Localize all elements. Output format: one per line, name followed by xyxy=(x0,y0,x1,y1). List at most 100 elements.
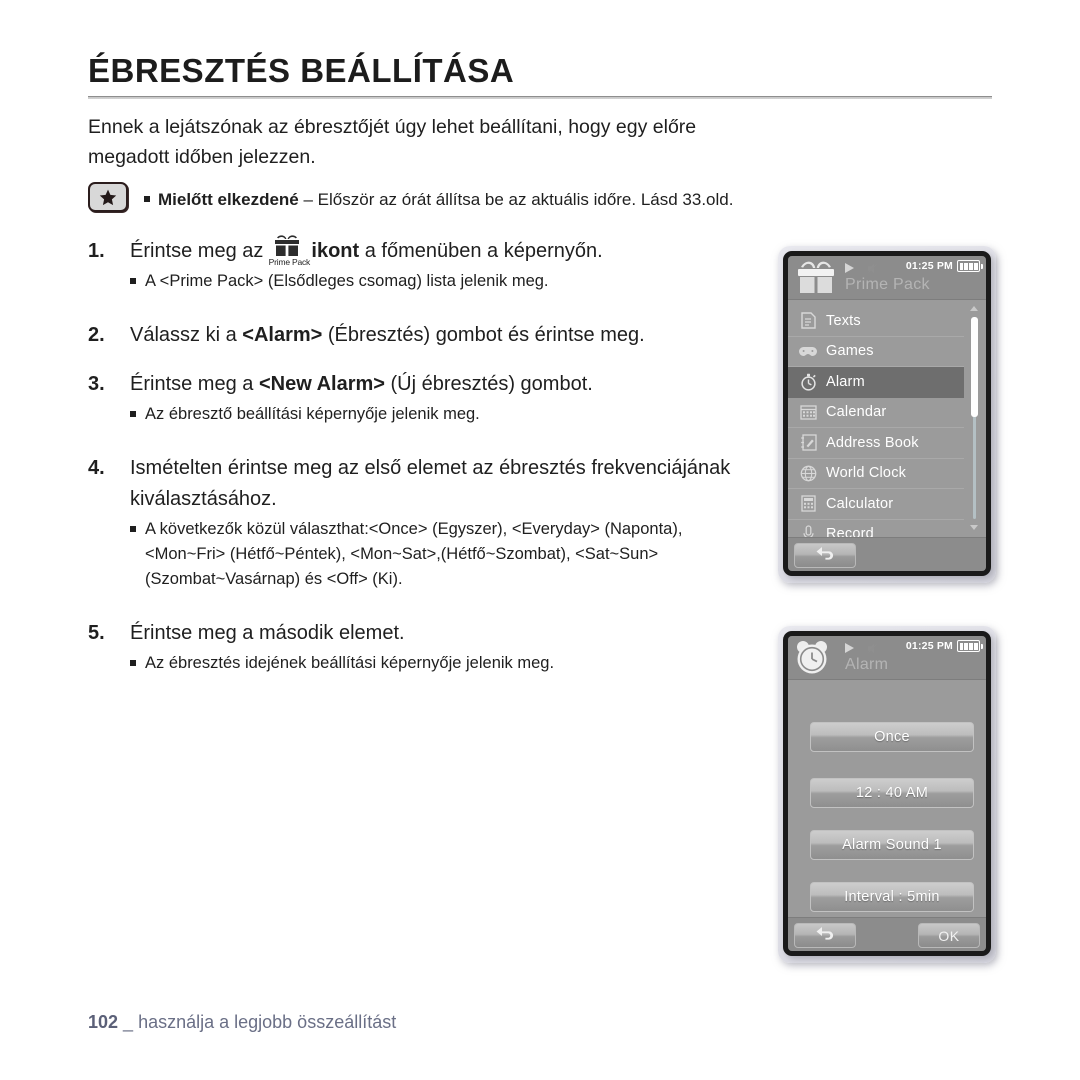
sidebar-item-label: Calculator xyxy=(826,495,894,512)
alarm-frequency-button[interactable]: Once xyxy=(810,722,974,752)
gift-box-icon xyxy=(794,258,838,303)
before-you-begin-note: Mielőtt elkezdené – Először az órát állí… xyxy=(88,182,733,213)
page-footer: 102 _ használja a legjobb összeállítást xyxy=(88,1012,396,1033)
star-badge-icon xyxy=(88,182,128,212)
step-4-body: Ismételten érintse meg az első elemet az… xyxy=(130,457,731,510)
page-title: ÉBRESZTÉS BEÁLLÍTÁSA xyxy=(88,52,515,89)
back-arrow-icon xyxy=(815,926,836,945)
list-scrollbar[interactable] xyxy=(967,304,982,532)
step-3-number: 3. xyxy=(88,373,105,395)
step-1-number: 1. xyxy=(88,240,105,262)
back-button[interactable] xyxy=(794,543,856,568)
back-button[interactable] xyxy=(794,923,856,948)
chevron-up-icon[interactable] xyxy=(970,306,978,311)
device-1-menu-list: Texts Games Alarm Calendar Address Book … xyxy=(788,300,986,550)
bullet-square xyxy=(130,411,136,417)
step-4-bullets: A következők közül választhat:<Once> (Eg… xyxy=(88,517,758,592)
bullet-square xyxy=(130,278,136,284)
step-1: 1. Érintse meg az Prime Pack ikont a főmen… xyxy=(88,235,758,267)
footer-separator: _ xyxy=(118,1012,139,1032)
step-3-text-bold: <New Alarm> xyxy=(258,373,385,395)
step-3-text-before: Érintse meg a xyxy=(130,373,259,395)
device-screenshot-alarm: 01:25 PM Alarm Once 12 : 40 AM Alarm Sou… xyxy=(783,631,991,956)
sidebar-item-alarm[interactable]: Alarm xyxy=(788,367,964,398)
device-2-status-bar: 01:25 PM Alarm xyxy=(788,636,986,680)
bullet-text: A <Prime Pack> (Elsődleges csomag) lista… xyxy=(145,272,549,290)
step-1-body: Érintse meg az Prime Pack ikont a főmenübe… xyxy=(130,235,758,267)
sidebar-item-calendar[interactable]: Calendar xyxy=(788,398,964,428)
bullet-item: Az ébresztés idejének beállítási képerny… xyxy=(130,651,758,676)
alarm-sound-button[interactable]: Alarm Sound 1 xyxy=(810,830,974,860)
alarm-clock-icon xyxy=(794,638,838,683)
device-2-header-title: Alarm xyxy=(845,656,889,673)
footer-text: használja a legjobb összeállítást xyxy=(138,1012,397,1032)
calendar-icon xyxy=(797,403,819,422)
sidebar-item-label: Alarm xyxy=(826,373,865,390)
bullet-text: A következők közül választhat:<Once> (Eg… xyxy=(145,520,683,588)
sidebar-item-calculator[interactable]: Calculator xyxy=(788,489,964,520)
steps-list: 1. Érintse meg az Prime Pack ikont a főmen… xyxy=(88,235,758,676)
stopwatch-icon xyxy=(797,372,819,391)
step-5-bullets: Az ébresztés idejének beállítási képerny… xyxy=(88,651,758,676)
note-bold-label: Mielőtt elkezdené xyxy=(158,190,299,209)
device-1-header-title: Prime Pack xyxy=(845,276,930,293)
step-1-text-after: a főmenüben a képernyőn. xyxy=(364,240,603,262)
step-2: 2. Válassz ki a <Alarm> (Ébresztés) gomb… xyxy=(88,320,758,351)
sidebar-item-texts[interactable]: Texts xyxy=(788,306,964,337)
step-3-body: Érintse meg a <New Alarm> (Új ébresztés)… xyxy=(130,369,758,400)
sidebar-item-label: Address Book xyxy=(826,434,919,451)
manual-page: ÉBRESZTÉS BEÁLLÍTÁSA Ennek a lejátszónak… xyxy=(0,0,1080,1080)
device-2-clock: 01:25 PM xyxy=(905,640,953,652)
step-3-bullets: Az ébresztő beállítási képernyője jeleni… xyxy=(88,402,758,427)
step-4: 4. Ismételten érintse meg az első elemet… xyxy=(88,453,758,515)
step-1-text-bold: ikont xyxy=(311,240,360,262)
step-2-body: Válassz ki a <Alarm> (Ébresztés) gombot … xyxy=(130,320,758,351)
device-1-soft-key-bar xyxy=(788,537,986,571)
device-screenshot-prime-pack: 01:25 PM Prime Pack Texts Games Alarm Ca… xyxy=(783,251,991,576)
device-2-alarm-settings: Once 12 : 40 AM Alarm Sound 1 Interval :… xyxy=(788,680,986,917)
battery-full-icon xyxy=(957,640,983,652)
bullet-item: A <Prime Pack> (Elsődleges csomag) lista… xyxy=(130,269,758,294)
ok-button[interactable]: OK xyxy=(918,923,980,948)
document-icon xyxy=(797,311,819,330)
sidebar-item-label: Calendar xyxy=(826,404,887,421)
bullet-item: A következők közül választhat:<Once> (Eg… xyxy=(130,517,758,592)
step-2-text-before: Válassz ki a xyxy=(130,324,243,346)
note-text: Mielőtt elkezdené – Először az órát állí… xyxy=(144,182,733,213)
calculator-icon xyxy=(797,494,819,513)
alarm-interval-button[interactable]: Interval : 5min xyxy=(810,882,974,912)
step-4-number: 4. xyxy=(88,457,105,479)
step-2-number: 2. xyxy=(88,324,105,346)
footer-page-number: 102 xyxy=(88,1012,119,1032)
device-1-clock: 01:25 PM xyxy=(905,260,953,272)
chevron-down-icon[interactable] xyxy=(970,525,978,530)
alarm-time-button[interactable]: 12 : 40 AM xyxy=(810,778,974,808)
step-5: 5. Érintse meg a második elemet. xyxy=(88,618,758,649)
bullet-square xyxy=(144,196,150,202)
globe-icon xyxy=(797,464,819,483)
address-book-icon xyxy=(797,433,819,452)
sidebar-item-address-book[interactable]: Address Book xyxy=(788,428,964,459)
device-2-soft-key-bar: OK xyxy=(788,917,986,951)
back-arrow-icon xyxy=(815,546,836,565)
note-body: Először az órát állítsa be az aktuális i… xyxy=(317,190,734,209)
bullet-square xyxy=(130,526,136,532)
sidebar-item-label: Games xyxy=(826,343,874,360)
sidebar-item-games[interactable]: Games xyxy=(788,337,964,367)
step-1-bullets: A <Prime Pack> (Elsődleges csomag) lista… xyxy=(88,269,758,294)
gamepad-icon xyxy=(797,342,819,361)
sidebar-item-world-clock[interactable]: World Clock xyxy=(788,459,964,489)
note-dash: – xyxy=(298,190,318,209)
bullet-square xyxy=(130,660,136,666)
bullet-text: Az ébresztés idejének beállítási képerny… xyxy=(145,654,555,672)
step-5-body: Érintse meg a második elemet. xyxy=(130,622,405,644)
title-divider xyxy=(88,96,992,99)
bullet-item: Az ébresztő beállítási képernyője jeleni… xyxy=(130,402,758,427)
step-2-text-after: (Ébresztés) gombot és érintse meg. xyxy=(322,324,645,346)
step-3-text-after: (Új ébresztés) gombot. xyxy=(384,373,593,395)
scrollbar-thumb[interactable] xyxy=(971,317,978,417)
